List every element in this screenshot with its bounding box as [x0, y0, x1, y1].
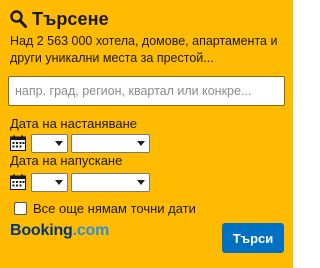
destination-input[interactable] [8, 76, 285, 106]
logo-wordmark: Booking [10, 222, 73, 239]
logo-domain: .com [72, 222, 110, 239]
checkout-day-select[interactable] [31, 172, 68, 192]
calendar-icon[interactable] [10, 174, 26, 190]
search-widget: Търсене Над 2 563 000 хотела, домове, ап… [0, 0, 293, 268]
chevron-down-icon [137, 179, 145, 185]
checkout-date-row [10, 172, 153, 192]
flexible-dates-checkbox[interactable] [14, 201, 27, 215]
chevron-down-icon [137, 140, 145, 146]
flexible-dates-label: Все още нямам точни дати [33, 200, 196, 216]
search-icon [10, 10, 27, 28]
calendar-icon[interactable] [10, 135, 26, 151]
widget-header: Търсене [10, 7, 109, 31]
checkout-label: Дата на напускане [10, 153, 123, 168]
checkin-label: Дата на настаняване [10, 116, 137, 131]
widget-title: Търсене [32, 8, 109, 29]
chevron-down-icon [55, 140, 63, 146]
checkin-month-select[interactable] [71, 133, 150, 153]
widget-description: Над 2 563 000 хотела, домове, апартамент… [10, 34, 278, 65]
booking-logo: Booking.com [10, 222, 109, 240]
search-button[interactable]: Търси [222, 223, 284, 253]
checkin-date-row [10, 133, 153, 153]
checkin-day-select[interactable] [31, 133, 68, 153]
chevron-down-icon [55, 179, 63, 185]
flexible-dates-row[interactable]: Все още нямам точни дати [14, 200, 196, 216]
checkout-month-select[interactable] [71, 172, 150, 192]
